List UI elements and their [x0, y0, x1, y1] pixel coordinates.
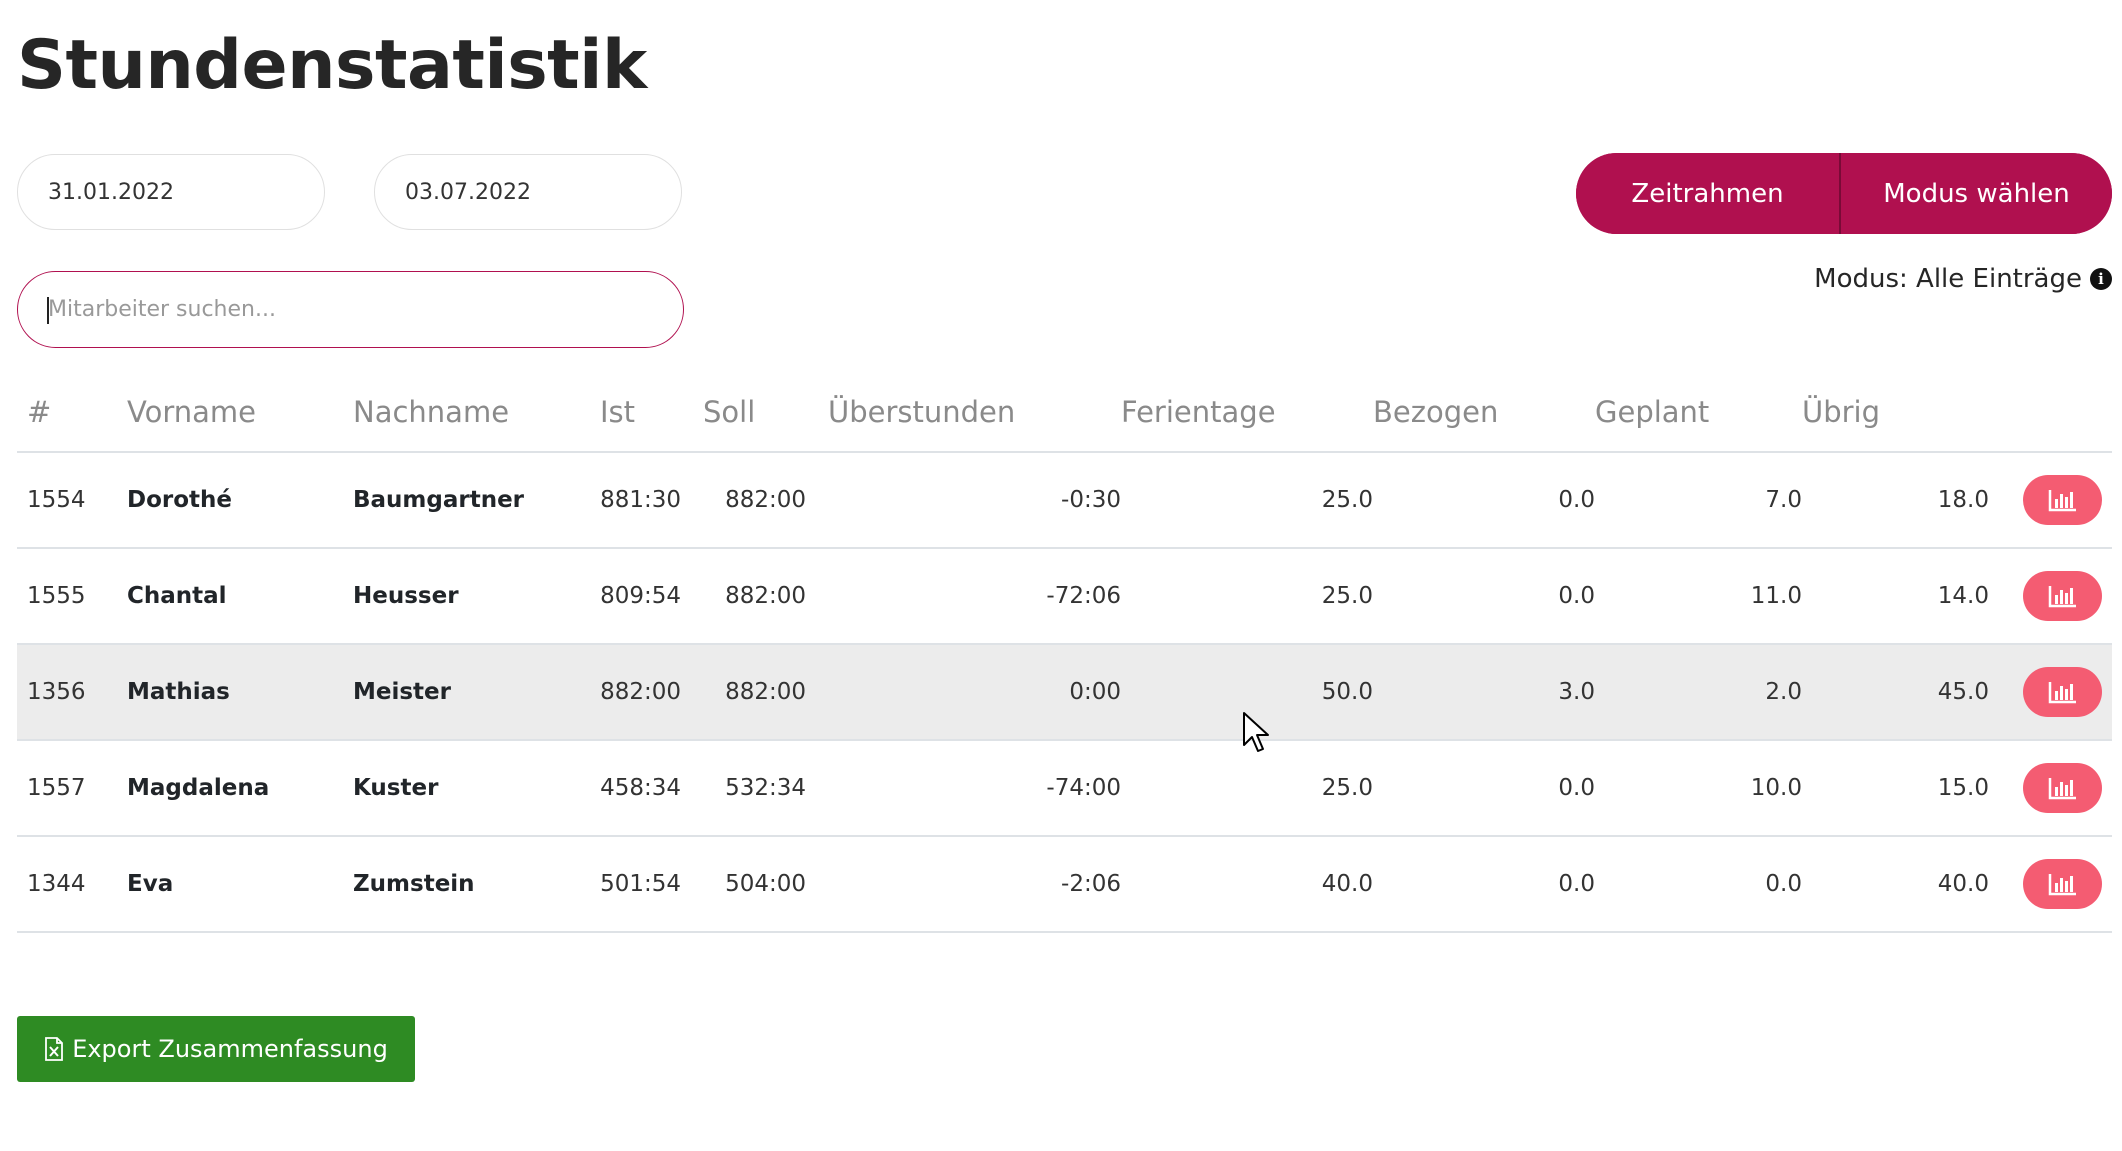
cell-id: 1554 — [17, 452, 127, 549]
table-row[interactable]: 1557 Magdalena Kuster 458:34 532:34 -74:00 25.… — [17, 740, 2112, 837]
col-header-ist[interactable]: Ist — [600, 372, 703, 453]
cell-ueber: -0:30 — [828, 452, 1121, 549]
table-row[interactable]: 1555 Chantal Heusser 809:54 882:00 -72:06 25.0… — [17, 548, 2112, 645]
cell-ist: 458:34 — [600, 740, 703, 837]
employee-search-input[interactable] — [17, 271, 684, 348]
cell-last: Baumgartner — [353, 452, 600, 549]
cell-ueber: -2:06 — [828, 836, 1121, 933]
cell-ist: 501:54 — [600, 836, 703, 933]
cell-ueber: -74:00 — [828, 740, 1121, 837]
col-header-ueberstunden[interactable]: Überstunden — [828, 372, 1121, 453]
cell-uebrig: 18.0 — [1802, 452, 1989, 549]
cell-uebrig: 15.0 — [1802, 740, 1989, 837]
file-excel-icon — [45, 1037, 64, 1061]
cell-bezogen: 0.0 — [1373, 836, 1595, 933]
modus-waehlen-button[interactable]: Modus wählen — [1841, 153, 2112, 234]
cell-ist: 809:54 — [600, 548, 703, 645]
mode-indicator: Modus: Alle Einträge i — [1814, 264, 2112, 294]
page-title: Stundenstatistik — [17, 26, 647, 105]
cell-id: 1356 — [17, 644, 127, 741]
cell-ist: 882:00 — [600, 644, 703, 741]
info-circle-icon[interactable]: i — [2090, 268, 2112, 290]
statistics-button[interactable] — [2023, 859, 2102, 909]
cell-geplant: 10.0 — [1595, 740, 1802, 837]
cell-soll: 504:00 — [703, 836, 828, 933]
date-to-input[interactable] — [374, 154, 682, 230]
cell-last: Meister — [353, 644, 600, 741]
cell-ferien: 25.0 — [1121, 452, 1373, 549]
cell-bezogen: 0.0 — [1373, 452, 1595, 549]
cell-uebrig: 40.0 — [1802, 836, 1989, 933]
cell-ueber: 0:00 — [828, 644, 1121, 741]
cell-last: Zumstein — [353, 836, 600, 933]
statistics-button[interactable] — [2023, 763, 2102, 813]
cell-soll: 882:00 — [703, 644, 828, 741]
export-label: Export Zusammenfassung — [72, 1035, 388, 1063]
col-header-uebrig[interactable]: Übrig — [1802, 372, 1989, 453]
zeitrahmen-button[interactable]: Zeitrahmen — [1576, 153, 1841, 234]
cell-geplant: 11.0 — [1595, 548, 1802, 645]
cell-geplant: 2.0 — [1595, 644, 1802, 741]
mouse-cursor-icon — [1243, 712, 1269, 752]
col-header-actions — [1989, 372, 2112, 453]
cell-bezogen: 3.0 — [1373, 644, 1595, 741]
table-row[interactable]: 1554 Dorothé Baumgartner 881:30 882:00 -0:30 2… — [17, 452, 2112, 549]
statistics-button[interactable] — [2023, 571, 2102, 621]
cell-soll: 882:00 — [703, 548, 828, 645]
cell-first: Eva — [127, 836, 353, 933]
table-row[interactable]: 1344 Eva Zumstein 501:54 504:00 -2:06 40.0 0.0 0… — [17, 836, 2112, 933]
table-row[interactable]: 1356 Mathias Meister 882:00 882:00 0:00 50.0 3.… — [17, 644, 2112, 741]
bar-chart-icon — [2048, 682, 2076, 704]
cell-first: Chantal — [127, 548, 353, 645]
col-header-nachname[interactable]: Nachname — [353, 372, 600, 453]
cell-actions — [1989, 452, 2112, 549]
bar-chart-icon — [2048, 874, 2076, 896]
statistics-button[interactable] — [2023, 667, 2102, 717]
cell-id: 1555 — [17, 548, 127, 645]
cell-soll: 882:00 — [703, 452, 828, 549]
cell-bezogen: 0.0 — [1373, 548, 1595, 645]
cell-ferien: 40.0 — [1121, 836, 1373, 933]
cell-first: Magdalena — [127, 740, 353, 837]
col-header-id[interactable]: # — [17, 372, 127, 453]
cell-id: 1344 — [17, 836, 127, 933]
cell-uebrig: 45.0 — [1802, 644, 1989, 741]
text-caret — [47, 297, 49, 324]
cell-last: Kuster — [353, 740, 600, 837]
statistics-button[interactable] — [2023, 475, 2102, 525]
cell-geplant: 7.0 — [1595, 452, 1802, 549]
cell-actions — [1989, 644, 2112, 741]
cell-actions — [1989, 836, 2112, 933]
mode-button-group: Zeitrahmen Modus wählen — [1576, 153, 2112, 234]
cell-uebrig: 14.0 — [1802, 548, 1989, 645]
cell-last: Heusser — [353, 548, 600, 645]
cell-ferien: 25.0 — [1121, 548, 1373, 645]
col-header-bezogen[interactable]: Bezogen — [1373, 372, 1595, 453]
col-header-soll[interactable]: Soll — [703, 372, 828, 453]
col-header-ferientage[interactable]: Ferientage — [1121, 372, 1373, 453]
mode-text: Modus: Alle Einträge — [1814, 264, 2082, 294]
bar-chart-icon — [2048, 778, 2076, 800]
cell-geplant: 0.0 — [1595, 836, 1802, 933]
cell-id: 1557 — [17, 740, 127, 837]
col-header-vorname[interactable]: Vorname — [127, 372, 353, 453]
cell-actions — [1989, 548, 2112, 645]
export-summary-button[interactable]: Export Zusammenfassung — [17, 1016, 415, 1082]
cell-actions — [1989, 740, 2112, 837]
cell-soll: 532:34 — [703, 740, 828, 837]
cell-ist: 881:30 — [600, 452, 703, 549]
hours-table: # Vorname Nachname Ist Soll Überstunden … — [17, 372, 2112, 933]
bar-chart-icon — [2048, 586, 2076, 608]
bar-chart-icon — [2048, 490, 2076, 512]
date-from-input[interactable] — [17, 154, 325, 230]
cell-first: Dorothé — [127, 452, 353, 549]
col-header-geplant[interactable]: Geplant — [1595, 372, 1802, 453]
table-header-row: # Vorname Nachname Ist Soll Überstunden … — [17, 372, 2112, 453]
cell-first: Mathias — [127, 644, 353, 741]
cell-ueber: -72:06 — [828, 548, 1121, 645]
cell-bezogen: 0.0 — [1373, 740, 1595, 837]
